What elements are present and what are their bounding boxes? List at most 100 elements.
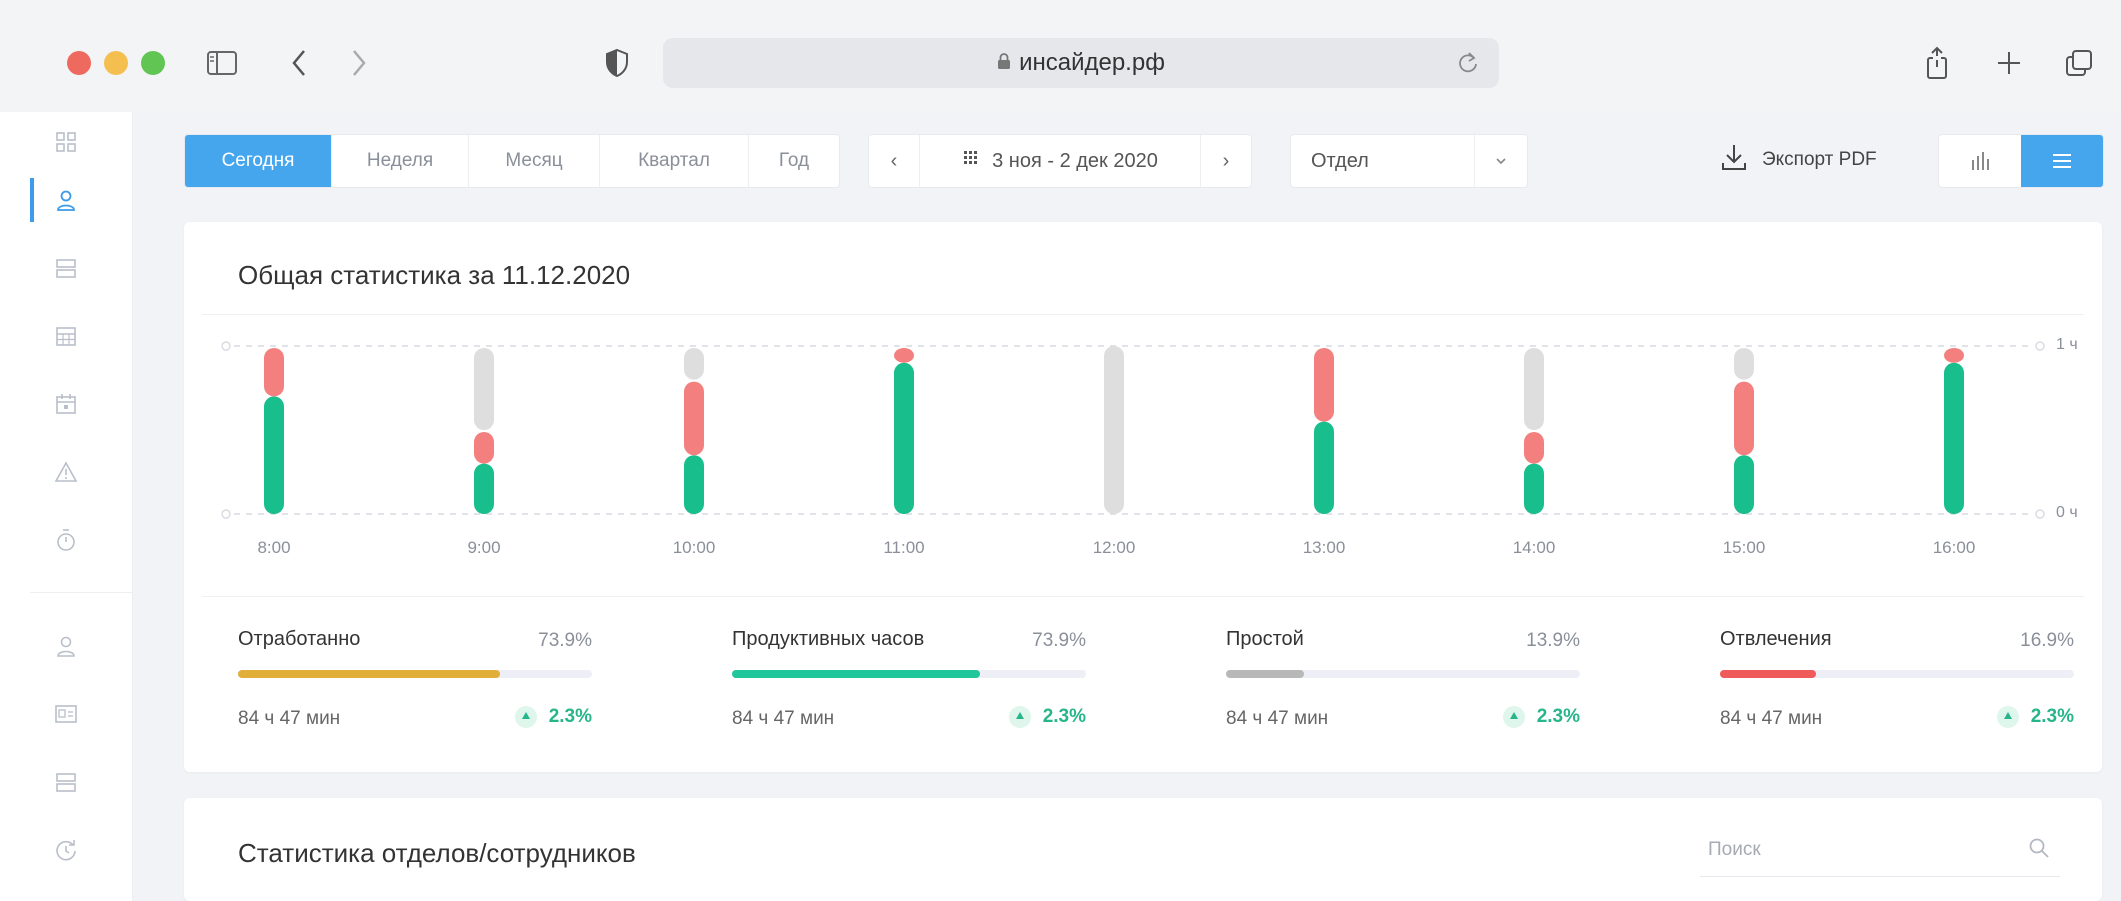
list-icon[interactable] — [0, 238, 132, 298]
date-range-button[interactable]: 3 ноя - 2 дек 2020 — [919, 135, 1201, 187]
browser-toolbar: инсайдер.рф — [0, 0, 2121, 112]
metric-progress-track — [1720, 670, 2074, 678]
metric-progress-fill — [238, 670, 500, 678]
new-tab-icon[interactable] — [1994, 44, 2024, 82]
calendar-grid-icon[interactable] — [0, 306, 132, 366]
card-divider — [202, 596, 2084, 597]
department-select[interactable]: Отдел — [1290, 134, 1528, 188]
metric-delta-value: 2.3% — [1042, 706, 1086, 727]
list-view-icon[interactable] — [2021, 135, 2103, 187]
chart-bar-segment[interactable] — [474, 463, 494, 514]
url-text: инсайдер.рф — [1019, 49, 1165, 76]
stopwatch-icon[interactable] — [0, 510, 132, 570]
chart-bar-segment[interactable] — [684, 381, 704, 456]
general-stats-card: Общая статистика за 11.12.2020 1 ч0 ч 8:0… — [184, 222, 2102, 772]
prev-period-icon[interactable]: ‹ — [869, 150, 919, 173]
chart-bar-segment[interactable] — [1314, 348, 1334, 422]
chart-bar-segment[interactable] — [1734, 348, 1754, 380]
metric-delta-value: 2.3% — [548, 706, 592, 727]
chart-view-icon[interactable] — [1939, 135, 2021, 187]
x-tick-label: 9:00 — [467, 538, 501, 557]
gridline-endpoint — [221, 509, 231, 519]
minimize-window-button[interactable] — [104, 51, 128, 75]
chart-bar-segment[interactable] — [1524, 463, 1544, 514]
sidebar-toggle-icon[interactable] — [204, 44, 240, 82]
chart-bar-segment[interactable] — [894, 348, 914, 363]
x-tick-label: 11:00 — [883, 538, 925, 557]
metric-progress-fill — [1226, 670, 1304, 678]
tab-overview-icon[interactable] — [2062, 44, 2096, 82]
calendar-icon[interactable] — [0, 374, 132, 434]
x-tick-label: 12:00 — [1092, 538, 1136, 557]
reload-icon[interactable] — [1457, 50, 1479, 81]
address-bar[interactable]: инсайдер.рф — [663, 38, 1499, 88]
gridline-endpoint — [2035, 509, 2045, 519]
chart-bar-segment[interactable] — [264, 348, 284, 397]
user-icon[interactable] — [0, 170, 132, 230]
metric-duration: 84 ч 47 мин — [1720, 708, 1823, 729]
gridline-endpoint — [221, 341, 231, 351]
metric-name: Простой — [1226, 628, 1304, 650]
lock-icon — [997, 49, 1011, 77]
gridline-endpoint — [2035, 341, 2045, 351]
forward-icon[interactable] — [344, 44, 374, 82]
employee-icon[interactable] — [0, 616, 132, 676]
x-tick-label: 13:00 — [1302, 538, 1346, 557]
trend-up-icon — [1502, 706, 1525, 728]
chart-bar-segment[interactable] — [894, 362, 914, 514]
history-icon[interactable] — [0, 820, 132, 880]
tab-week[interactable]: Неделя — [332, 135, 469, 187]
dashboard-icon[interactable] — [0, 112, 132, 172]
x-tick-label: 14:00 — [1512, 538, 1556, 557]
metric-name: Отработанно — [238, 628, 361, 650]
metric-delta: 2.3% — [514, 706, 592, 728]
chart-bar-segment[interactable] — [1524, 432, 1544, 464]
department-select-value: Отдел — [1311, 149, 1369, 172]
chart-bar-segment[interactable] — [264, 396, 284, 514]
chart-bar-segment[interactable] — [1734, 455, 1754, 514]
tab-month[interactable]: Месяц — [469, 135, 600, 187]
department-stats-title: Статистика отделов/сотрудников — [238, 838, 636, 868]
search-icon[interactable] — [2028, 837, 2050, 864]
chart-bar-segment[interactable] — [1524, 348, 1544, 430]
metric-delta: 2.3% — [1008, 706, 1086, 728]
export-pdf-button[interactable]: Экспорт PDF — [1720, 134, 1877, 186]
tab-today[interactable]: Сегодня — [185, 135, 332, 187]
chart-bar-segment[interactable] — [474, 348, 494, 430]
chart-bar-segment[interactable] — [684, 348, 704, 380]
share-icon[interactable] — [1922, 44, 1952, 82]
y-tick-label: 0 ч — [2056, 504, 2078, 521]
metric-progress-track — [238, 670, 592, 678]
metric-percent: 73.9% — [538, 630, 592, 651]
chart-bar-segment[interactable] — [474, 432, 494, 464]
id-card-icon[interactable] — [0, 684, 132, 744]
trend-up-icon — [1996, 706, 2019, 728]
metric-delta: 2.3% — [1996, 706, 2074, 728]
chart-bar-segment[interactable] — [1734, 381, 1754, 456]
app-sidebar — [0, 112, 133, 901]
chart-bar-segment[interactable] — [1944, 348, 1964, 363]
next-period-icon[interactable]: › — [1201, 150, 1251, 173]
x-tick-label: 8:00 — [257, 538, 291, 557]
chart-bar-segment[interactable] — [1104, 346, 1124, 514]
server-icon[interactable] — [0, 752, 132, 812]
metric-name: Продуктивных часов — [732, 628, 925, 650]
chart-bar-segment[interactable] — [1314, 421, 1334, 514]
privacy-shield-icon[interactable] — [602, 44, 632, 82]
tab-year[interactable]: Год — [749, 135, 839, 187]
warning-icon[interactable] — [0, 442, 132, 502]
maximize-window-button[interactable] — [141, 51, 165, 75]
metric-duration: 84 ч 47 мин — [732, 708, 835, 729]
metric-percent: 73.9% — [1032, 630, 1086, 651]
x-tick-label: 16:00 — [1932, 538, 1976, 557]
chart-bar-segment[interactable] — [1944, 362, 1964, 514]
search-input[interactable] — [1700, 838, 1990, 862]
back-icon[interactable] — [284, 44, 314, 82]
close-window-button[interactable] — [67, 51, 91, 75]
metric-duration: 84 ч 47 мин — [1226, 708, 1329, 729]
chevron-down-icon — [1474, 135, 1527, 187]
chart-bar-segment[interactable] — [684, 455, 704, 514]
calendar-dots-icon — [962, 149, 982, 173]
export-pdf-label: Экспорт PDF — [1762, 149, 1877, 170]
tab-quarter[interactable]: Квартал — [600, 135, 749, 187]
